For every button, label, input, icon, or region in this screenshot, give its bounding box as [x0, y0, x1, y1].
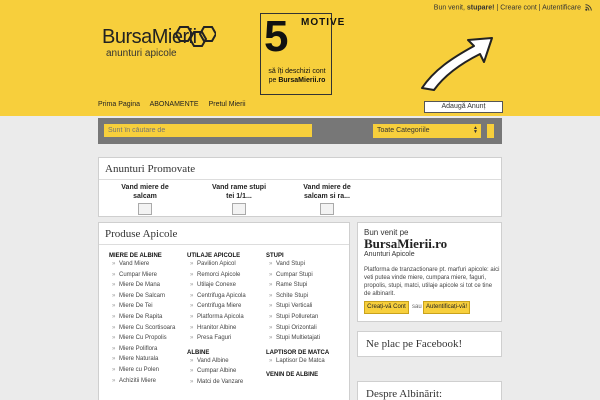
rss-icon[interactable] — [585, 4, 592, 11]
category-link[interactable]: Stupi Multietajati — [266, 333, 329, 344]
category-column: MIERE DE ALBINEVand MiereCumpar MiereMie… — [109, 249, 175, 386]
nav-abonamente[interactable]: ABONAMENTE — [150, 101, 199, 108]
category-link[interactable]: Miere cu Polen — [109, 365, 175, 376]
category-link[interactable]: Miere Cu Propolis — [109, 333, 175, 344]
promo-site: BursaMierii.ro — [278, 77, 326, 84]
category-link[interactable]: Miere Naturala — [109, 354, 175, 365]
create-account-link[interactable]: Creare cont — [500, 4, 537, 11]
logo-tagline: anunturi apicole — [106, 48, 177, 59]
category-link[interactable]: Pavilion Apicol — [187, 259, 246, 270]
select-arrows-icon: ▲ ▼ — [473, 125, 478, 135]
category-link[interactable]: Presa Faguri — [187, 333, 246, 344]
welcome-subtitle: Anunturi Apicole — [364, 251, 415, 258]
promo-line2: pe BursaMierii.ro — [261, 77, 333, 84]
category-link[interactable]: Stupi Orizontali — [266, 323, 329, 334]
category-select-value: Toate Categoriile — [377, 127, 430, 134]
category-link[interactable]: Miere Cu Scortisoara — [109, 323, 175, 334]
search-input[interactable] — [104, 124, 312, 137]
username-link[interactable]: stupare! — [467, 4, 495, 11]
category-link[interactable]: Miere De Mana — [109, 280, 175, 291]
category-link[interactable]: Platforma Apicola — [187, 312, 246, 323]
honeycomb-logo-icon — [174, 26, 216, 47]
login-button[interactable]: Autentificați-vă! — [423, 301, 470, 314]
promoted-item[interactable]: Vand rame stupi tei 1/1... — [209, 183, 269, 215]
main-nav: Prima Pagina ABONAMENTE Pretul Mierii — [98, 101, 254, 108]
divider — [99, 179, 501, 180]
search-button[interactable] — [487, 124, 494, 138]
facebook-panel: Ne plac pe Facebook! — [357, 331, 502, 357]
promoted-item[interactable]: Vand miere de salcam si ra... — [297, 183, 357, 215]
welcome-site-name: BursaMierii.ro — [364, 236, 448, 251]
promo-number: 5 — [264, 12, 289, 61]
promo-banner[interactable]: 5 MOTIVE să îți deschizi cont pe BursaMi… — [260, 12, 346, 95]
category-link[interactable]: Laptisor De Matca — [266, 356, 329, 367]
promoted-title: Anunturi Promovate — [105, 163, 196, 175]
category-link[interactable]: Miere De Salcam — [109, 291, 175, 302]
category-link[interactable]: Cumpar Miere — [109, 270, 175, 281]
promoted-item[interactable]: Vand miere de salcam — [115, 183, 175, 215]
promo-line1: să îți deschizi cont — [268, 68, 326, 75]
search-bar: Toate Categoriile ▲▼ — [98, 118, 502, 144]
category-heading[interactable]: VENIN DE ALBINE — [266, 372, 329, 378]
promo-line2-prefix: pe — [268, 77, 277, 84]
category-link[interactable]: Centrifuga Apicola — [187, 291, 246, 302]
category-column: STUPIVand StupiCumpar StupiRame StupiSch… — [266, 249, 329, 378]
category-link[interactable]: Vand Albine — [187, 356, 246, 367]
welcome-panel: Bun venit pe BursaMierii.ro Anunturi Api… — [357, 222, 502, 322]
promoted-listings: Anunturi Promovate Vand miere de salcam … — [98, 157, 502, 217]
promo-word: MOTIVE — [301, 17, 346, 28]
category-link[interactable]: Achizitii Miere — [109, 376, 175, 387]
category-link[interactable]: Rame Stupi — [266, 280, 329, 291]
login-link[interactable]: Autentificare — [542, 4, 581, 11]
products-title: Produse Apicole — [105, 228, 178, 240]
category-link[interactable]: Utilaje Conexe — [187, 280, 246, 291]
nav-pretul-mierii[interactable]: Pretul Mierii — [209, 101, 246, 108]
create-account-button[interactable]: Creați-vă Cont — [364, 301, 409, 314]
category-link[interactable]: Centrifuga Miere — [187, 301, 246, 312]
about-title: Despre Albinărit: — [366, 388, 443, 400]
site-header: BursaMierii anunturi apicole 5 MOTIVE să… — [0, 0, 600, 116]
category-link[interactable]: Cumpar Stupi — [266, 270, 329, 281]
products-panel: Produse Apicole MIERE DE ALBINEVand Mier… — [98, 222, 350, 400]
category-link[interactable]: Schite Stupi — [266, 291, 329, 302]
category-link[interactable]: Vand Miere — [109, 259, 175, 270]
welcome-description: Platforma de tranzactionare pt. marfuri … — [364, 267, 500, 297]
image-placeholder-icon[interactable] — [138, 203, 152, 215]
curved-arrow-icon — [421, 37, 493, 91]
category-select[interactable]: Toate Categoriile ▲ ▼ — [373, 124, 481, 138]
facebook-title: Ne plac pe Facebook! — [366, 338, 463, 350]
top-links: Bun venit, stupare! | Creare cont | Aute… — [434, 4, 592, 11]
category-link[interactable]: Vand Stupi — [266, 259, 329, 270]
category-link[interactable]: Stupi Polluretan — [266, 312, 329, 323]
category-link[interactable]: Stupi Verticali — [266, 301, 329, 312]
image-placeholder-icon[interactable] — [232, 203, 246, 215]
category-link[interactable]: Hranitor Albine — [187, 323, 246, 334]
category-link[interactable]: Miere De Tei — [109, 301, 175, 312]
category-link[interactable]: Miere Poliflora — [109, 344, 175, 355]
promoted-item-title[interactable]: Vand rame stupi tei 1/1... — [209, 183, 269, 201]
promoted-item-title[interactable]: Vand miere de salcam — [115, 183, 175, 201]
or-text: sau — [412, 304, 422, 310]
category-link[interactable]: Matci de Vanzare — [187, 377, 246, 388]
category-link[interactable]: Miere De Rapita — [109, 312, 175, 323]
image-placeholder-icon[interactable] — [320, 203, 334, 215]
category-column: UTILAJE APICOLEPavilion ApicolRemorci Ap… — [187, 249, 246, 388]
site-logo[interactable]: BursaMierii anunturi apicole — [102, 26, 216, 59]
category-link[interactable]: Remorci Apicole — [187, 270, 246, 281]
nav-prima-pagina[interactable]: Prima Pagina — [98, 101, 140, 108]
add-listing-button[interactable]: Adaugă Anunț — [424, 101, 503, 113]
divider — [99, 244, 349, 245]
promoted-item-title[interactable]: Vand miere de salcam si ra... — [297, 183, 357, 201]
about-panel: Despre Albinărit: — [357, 381, 502, 400]
welcome-text: Bun venit, — [433, 4, 465, 12]
category-link[interactable]: Cumpar Albine — [187, 366, 246, 377]
